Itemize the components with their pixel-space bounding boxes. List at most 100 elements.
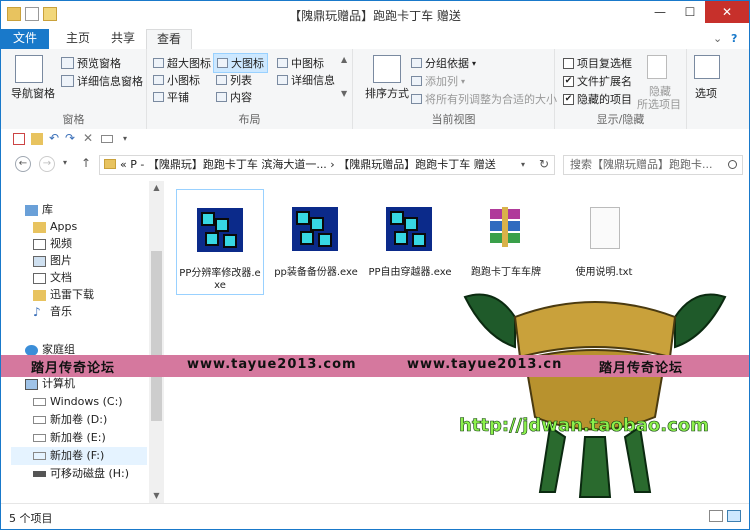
group-label-pane: 窗格	[62, 113, 85, 126]
hidden-items-checkbox[interactable]: ✔	[563, 93, 574, 105]
layout-scroll-up[interactable]: ▲	[341, 55, 347, 64]
chevron-down-icon[interactable]: ⌄	[713, 32, 722, 45]
layout-details-label: 详细信息	[291, 74, 335, 87]
new-folder-icon[interactable]	[31, 133, 43, 145]
chevron-down-icon: ▾	[472, 58, 477, 68]
quick-access-toolbar: ↶ ↷ ✕ ▾	[1, 129, 749, 149]
nav-pictures[interactable]: 图片	[33, 252, 72, 270]
scroll-up-icon[interactable]: ▲	[149, 181, 164, 195]
nav-drive-c[interactable]: Windows (C:)	[33, 393, 123, 411]
preview-pane-button[interactable]: 预览窗格	[61, 55, 121, 71]
item-checkboxes-toggle[interactable]: 项目复选框	[563, 55, 632, 71]
nav-computer[interactable]: 计算机	[25, 375, 75, 393]
redo-icon[interactable]: ↷	[65, 131, 77, 145]
sort-by-button[interactable]: 排序方式	[365, 85, 409, 101]
help-icon[interactable]: ?	[731, 32, 737, 45]
properties-icon[interactable]	[13, 133, 25, 145]
layout-medium-icons[interactable]: 中图标	[277, 55, 324, 71]
nav-library[interactable]: 库	[25, 201, 53, 219]
refresh-button[interactable]: ↻	[539, 157, 549, 171]
nav-videos[interactable]: 视频	[33, 235, 72, 253]
file-item[interactable]: PP自由穿越器.exe	[366, 189, 454, 295]
cauldron-logo-graphic	[463, 293, 727, 498]
delete-icon[interactable]: ✕	[83, 131, 95, 145]
up-button[interactable]: ↑	[81, 156, 91, 170]
details-view-button[interactable]	[709, 510, 723, 522]
preview-pane-label: 预览窗格	[77, 57, 121, 70]
large-icons-view-button[interactable]	[727, 510, 741, 522]
tab-view[interactable]: 查看	[146, 29, 193, 50]
ribbon-group-show-hide: 项目复选框 ✔ 文件扩展名 ✔ 隐藏的项目 隐藏 所选项目 显示/隐藏	[555, 49, 687, 129]
hide-selected-button-line2[interactable]: 所选项目	[637, 96, 681, 112]
layout-list[interactable]: 列表	[216, 72, 252, 88]
chevron-down-icon: ▾	[461, 76, 466, 86]
file-extensions-toggle[interactable]: ✔ 文件扩展名	[563, 73, 632, 89]
search-input[interactable]: 搜索【隗鼎玩赠品】跑跑卡...	[563, 155, 743, 175]
close-button[interactable]: ✕	[705, 1, 749, 23]
file-extensions-checkbox[interactable]: ✔	[563, 75, 574, 87]
layout-tiles[interactable]: 平铺	[153, 89, 189, 105]
large-icons-icon	[217, 58, 228, 68]
hidden-items-toggle[interactable]: ✔ 隐藏的项目	[563, 91, 632, 107]
layout-details[interactable]: 详细信息	[277, 72, 335, 88]
folder-icon	[104, 159, 116, 169]
file-name: PP自由穿越器.exe	[368, 267, 452, 278]
rename-icon[interactable]	[101, 135, 113, 143]
navigation-pane-button[interactable]: 导航窗格	[11, 85, 55, 101]
group-by-label: 分组依据	[425, 57, 469, 70]
back-button[interactable]: ←	[15, 156, 31, 172]
hide-selected-icon	[647, 55, 667, 79]
text-file-icon	[580, 207, 626, 251]
layout-extra-large-icons[interactable]: 超大图标	[153, 55, 211, 71]
scrollbar-thumb[interactable]	[151, 251, 162, 421]
minimize-button[interactable]: —	[645, 1, 675, 23]
layout-large-icons[interactable]: 大图标	[213, 53, 268, 73]
add-column-button[interactable]: 添加列 ▾	[411, 73, 465, 89]
watermark-band: 踏月传奇论坛 www.tayue2013.com www.tayue2013.c…	[1, 355, 749, 377]
nav-drive-e[interactable]: 新加卷 (E:)	[33, 429, 106, 447]
layout-small-icons[interactable]: 小图标	[153, 72, 200, 88]
item-checkboxes-checkbox[interactable]	[563, 57, 574, 69]
layout-content[interactable]: 内容	[216, 89, 252, 105]
undo-icon[interactable]: ↶	[49, 131, 61, 145]
group-by-icon	[411, 58, 422, 68]
tiles-icon	[153, 92, 164, 102]
file-item[interactable]: pp装备备份器.exe	[272, 189, 360, 295]
nav-drive-d[interactable]: 新加卷 (D:)	[33, 411, 107, 429]
customize-qat-icon[interactable]: ▾	[123, 134, 135, 146]
scroll-down-icon[interactable]: ▼	[149, 489, 164, 503]
nav-documents[interactable]: 文档	[33, 269, 72, 287]
nav-music[interactable]: ♪ 音乐	[33, 303, 72, 321]
fit-columns-button[interactable]: 将所有列调整为合适的大小	[411, 91, 557, 107]
file-item[interactable]: PP分辨率修改器.exe	[176, 189, 264, 295]
layout-expand[interactable]: ▼	[341, 89, 347, 98]
options-button[interactable]: 选项	[695, 85, 717, 101]
recent-locations-dropdown[interactable]: ▾	[63, 158, 67, 167]
search-icon	[728, 160, 737, 169]
maximize-button[interactable]: ☐	[675, 1, 705, 23]
group-label-show-hide: 显示/隐藏	[596, 113, 645, 126]
address-dropdown[interactable]: ▾	[521, 160, 525, 169]
ribbon-group-layout: 超大图标 大图标 中图标 小图标 列表 详细信息 平铺 内容 ▲ ▼ 布局	[147, 49, 353, 129]
folder-icon	[33, 289, 46, 301]
tab-home[interactable]: 主页	[56, 29, 100, 49]
drive-icon	[33, 416, 46, 424]
videos-icon	[33, 238, 46, 250]
details-pane-button[interactable]: 详细信息窗格	[61, 73, 143, 89]
file-name: PP分辨率修改器.exe	[179, 268, 261, 291]
removable-drive-icon	[33, 471, 46, 477]
group-by-button[interactable]: 分组依据 ▾	[411, 55, 476, 71]
forward-button[interactable]: →	[39, 156, 55, 172]
tab-file[interactable]: 文件	[1, 29, 49, 49]
nav-apps-label: Apps	[50, 220, 78, 233]
nav-scrollbar[interactable]: ▲ ▼	[149, 181, 164, 503]
nav-thunder[interactable]: 迅雷下载	[33, 286, 94, 304]
nav-drive-f[interactable]: 新加卷 (F:)	[11, 447, 147, 465]
address-bar[interactable]: « P - 【隗鼎玩】跑跑卡丁车 滨海大道一... › 【隗鼎玩赠品】跑跑卡丁车…	[99, 155, 555, 175]
nav-documents-label: 文档	[50, 271, 72, 284]
tab-share[interactable]: 共享	[101, 29, 145, 49]
file-extensions-label: 文件扩展名	[577, 75, 632, 88]
nav-drive-h[interactable]: 可移动磁盘 (H:)	[33, 465, 129, 483]
nav-apps[interactable]: Apps	[33, 218, 77, 236]
group-label-layout: 布局	[238, 113, 261, 126]
